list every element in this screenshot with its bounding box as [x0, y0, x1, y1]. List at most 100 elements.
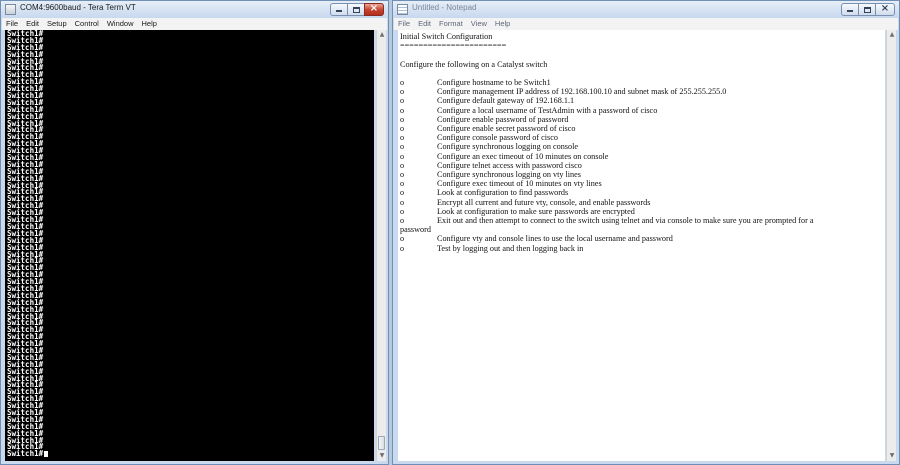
tera-term-window-controls: × [330, 3, 384, 16]
terminal-line: Switch1# [7, 263, 44, 273]
bullet-marker: o [400, 216, 405, 226]
terminal-line: Switch1# [7, 290, 44, 300]
task-item-text: Configure synchronous logging on vty lin… [437, 170, 581, 180]
task-item-text: Encrypt all current and future vty, cons… [437, 197, 651, 207]
notepad-icon[interactable] [397, 4, 408, 15]
bullet-marker: o [400, 105, 405, 115]
bullet-marker: o [400, 77, 405, 87]
task-item: o Configure vty and console lines to use … [400, 234, 885, 243]
task-item: o Configure telnet access with password c… [400, 161, 885, 170]
bullet-marker: o [400, 142, 405, 152]
terminal-line: Switch1# [7, 242, 44, 252]
menu-help[interactable]: Help [142, 18, 157, 30]
terminal-line: Switch1# [7, 428, 44, 438]
terminal-scrollbar[interactable]: ▲ ▼ [376, 30, 386, 461]
task-item: o Test by logging out and then logging ba… [400, 244, 885, 253]
terminal-line: Switch1# [7, 125, 44, 135]
terminal-line: Switch1# [7, 359, 44, 369]
scroll-down-arrow-icon[interactable]: ▼ [887, 451, 897, 461]
bullet-marker: o [400, 170, 405, 180]
notepad-scrollbar[interactable]: ▲ ▼ [886, 30, 896, 461]
menu-view[interactable]: View [471, 18, 487, 30]
terminal-line: Switch1# [7, 228, 44, 238]
notepad-title: Untitled - Notepad [412, 3, 477, 12]
bullet-marker: o [400, 160, 405, 170]
bullet-marker: o [400, 124, 405, 133]
terminal-line: Switch1# [7, 30, 44, 38]
terminal-line: Switch1# [7, 159, 44, 169]
task-item-text: Exit out and then attempt to connect to … [437, 216, 814, 226]
scroll-up-arrow-icon[interactable]: ▲ [887, 30, 897, 40]
terminal-line: Switch1# [7, 352, 44, 362]
maximize-icon [353, 7, 360, 13]
task-item-text: Configure console password of cisco [437, 133, 558, 143]
tera-term-close-button[interactable]: × [364, 3, 384, 16]
terminal-line: Switch1# [7, 256, 44, 266]
notepad-titlebar[interactable]: Untitled - Notepad × [393, 1, 899, 18]
notepad-maximize-button[interactable] [858, 3, 875, 16]
terminal-line: Switch1# [7, 435, 44, 445]
notepad-close-button[interactable]: × [875, 3, 895, 16]
tera-term-minimize-button[interactable] [330, 3, 347, 16]
terminal-line: Switch1# [7, 42, 44, 52]
menu-edit[interactable]: Edit [418, 18, 431, 30]
bullet-marker: o [400, 188, 405, 198]
tera-term-window[interactable]: COM4:9600baud - Tera Term VT × File Edit… [0, 0, 389, 465]
doc-heading-underline: ======================= [400, 41, 507, 51]
menu-setup[interactable]: Setup [47, 18, 67, 30]
task-item-wrapped: o Exit out and then attempt to connect to… [400, 216, 885, 234]
scroll-down-arrow-icon[interactable]: ▼ [377, 451, 387, 461]
tera-term-maximize-button[interactable] [347, 3, 364, 16]
menu-file[interactable]: File [398, 18, 410, 30]
bullet-marker: o [400, 96, 405, 106]
terminal-scrollbar-thumb[interactable] [378, 436, 385, 450]
terminal-line: Switch1# [7, 194, 44, 204]
terminal-line: Switch1# [7, 166, 44, 176]
scroll-up-arrow-icon[interactable]: ▲ [377, 30, 387, 40]
terminal-screen[interactable]: Switch1# Switch1# Switch1# Switch1# Switch1#… [5, 30, 374, 461]
bullet-marker: o [400, 133, 405, 143]
terminal-line: Switch1# [7, 450, 374, 458]
menu-file[interactable]: File [6, 18, 18, 30]
terminal-line: Switch1# [7, 421, 44, 431]
terminal-line: Switch1# [7, 325, 44, 335]
maximize-icon [864, 7, 871, 13]
task-list: o Configure hostname to be Switch1 o Config… [400, 78, 885, 216]
doc-heading: Initial Switch Configuration [400, 32, 493, 41]
terminal-line: Switch1# [7, 180, 44, 190]
task-item-text: Test by logging out and then logging bac… [437, 243, 584, 253]
menu-edit[interactable]: Edit [26, 18, 39, 30]
task-item-text: Configure enable password of password [437, 114, 569, 124]
terminal-line: Switch1# [7, 146, 44, 156]
terminal-line: Switch1# [7, 91, 44, 101]
terminal-line: Switch1# [7, 70, 44, 80]
task-item-text: Configure management IP address of 192.1… [437, 87, 727, 97]
terminal-line: Switch1# [7, 387, 44, 397]
terminal-line: Switch1# [7, 77, 44, 87]
notepad-minimize-button[interactable] [841, 3, 858, 16]
notepad-text-area[interactable]: Initial Switch Configuration ===========… [398, 30, 885, 461]
menu-window[interactable]: Window [107, 18, 134, 30]
terminal-line: Switch1# [7, 208, 44, 218]
task-item: o Configure exec timeout of 10 minutes on… [400, 179, 885, 188]
terminal-cursor [44, 451, 49, 458]
task-item: o Configure enable password of password [400, 115, 885, 124]
task-item-text: Configure enable secret password of cisc… [437, 124, 576, 133]
task-item: o Configure default gateway of 192.168.1.… [400, 96, 885, 105]
task-item-text: Configure an exec timeout of 10 minutes … [437, 151, 609, 161]
menu-control[interactable]: Control [75, 18, 99, 30]
menu-help[interactable]: Help [495, 18, 510, 30]
task-item-text: Configure synchronous logging on console [437, 142, 578, 152]
tera-term-titlebar[interactable]: COM4:9600baud - Tera Term VT × [1, 1, 388, 18]
task-item-text: Configure telnet access with password ci… [437, 160, 582, 170]
tera-term-icon[interactable] [5, 4, 16, 15]
task-item: o Configure synchronous logging on vty li… [400, 170, 885, 179]
terminal-line: Switch1# [7, 373, 44, 383]
terminal-line: Switch1# [7, 339, 44, 349]
task-item: o Look at configuration to make sure pass… [400, 207, 885, 216]
terminal-line: Switch1# [7, 235, 44, 245]
notepad-window[interactable]: Untitled - Notepad × File Edit Format Vi… [392, 0, 900, 465]
task-item: o Configure hostname to be Switch1 [400, 78, 885, 87]
menu-format[interactable]: Format [439, 18, 463, 30]
task-item: o Configure management IP address of 192.… [400, 87, 885, 96]
